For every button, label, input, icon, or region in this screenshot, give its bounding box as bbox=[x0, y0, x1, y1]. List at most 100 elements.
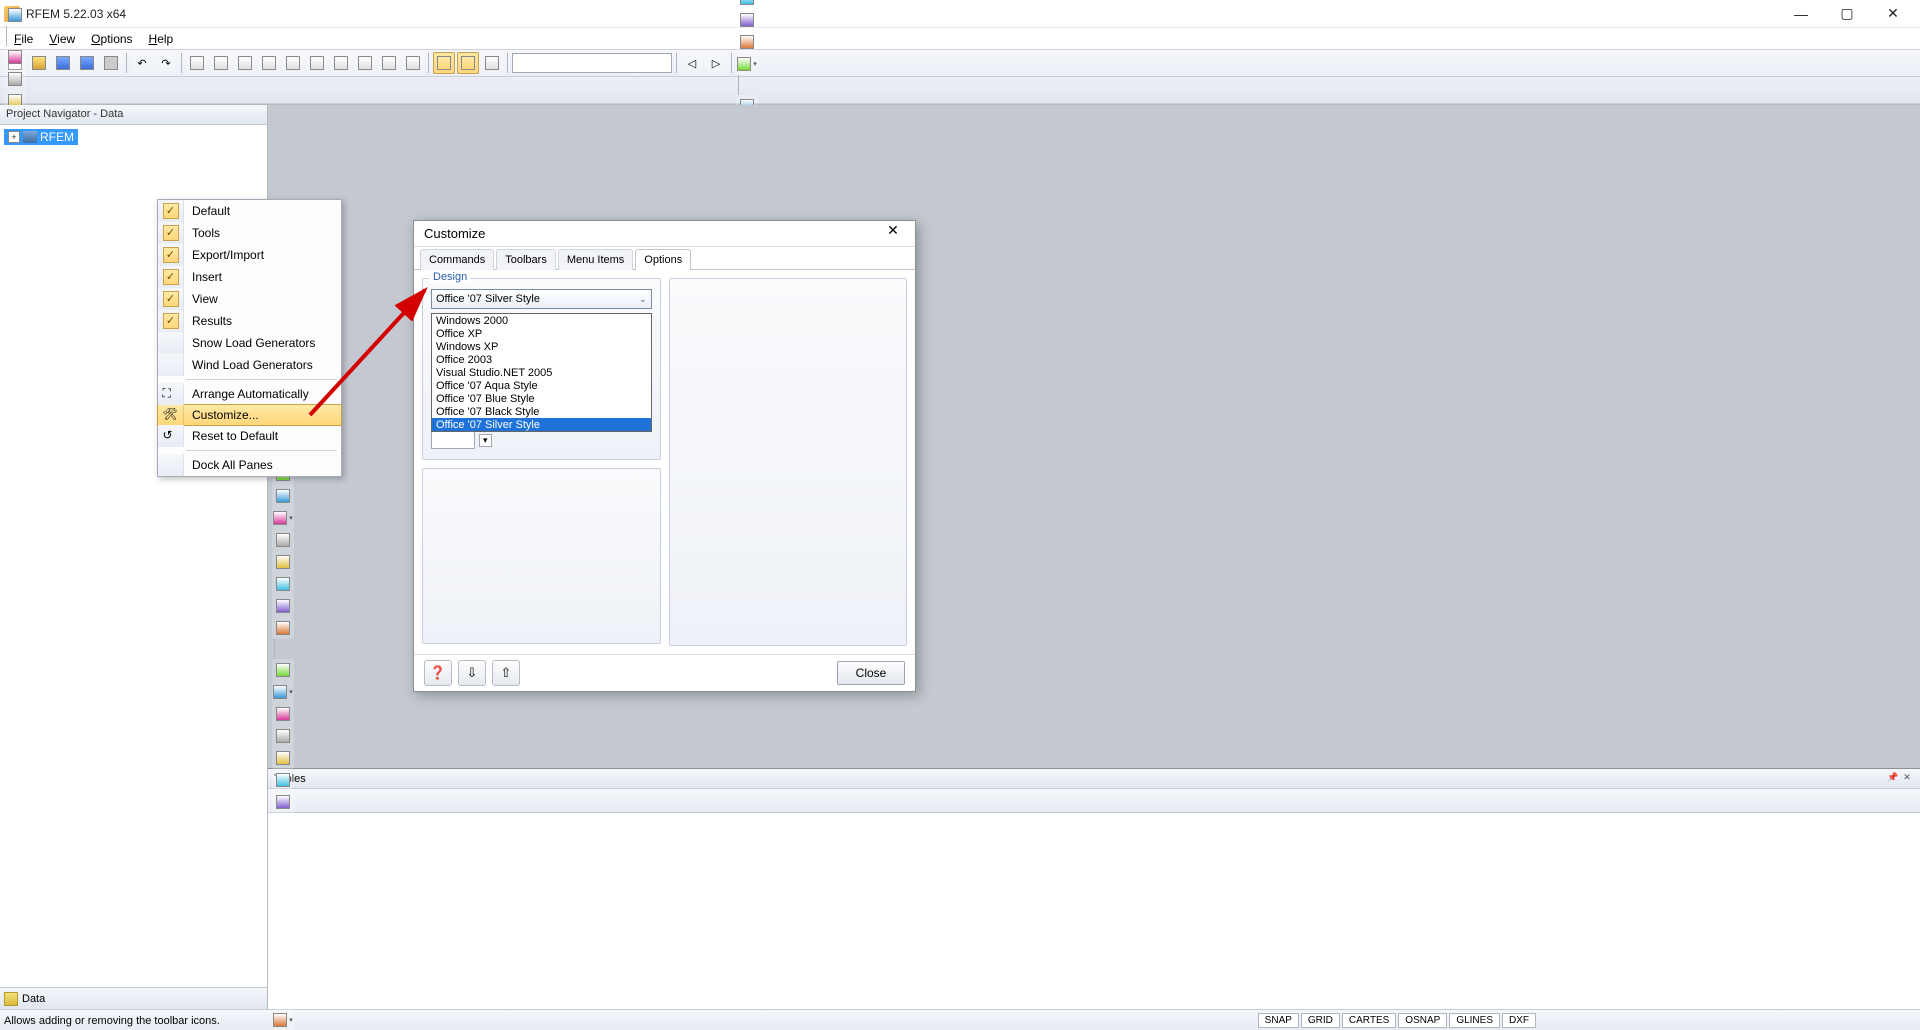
style-option[interactable]: Office 2003 bbox=[432, 353, 651, 366]
tool-g-icon[interactable] bbox=[330, 52, 352, 74]
tool-d-icon[interactable] bbox=[258, 52, 280, 74]
ctx-wind[interactable]: Wind Load Generators bbox=[158, 354, 341, 376]
navigator-tabs: Data bbox=[0, 987, 267, 1009]
tab-commands[interactable]: Commands bbox=[420, 249, 494, 270]
group-empty-right bbox=[669, 278, 908, 646]
style-option[interactable]: Office '07 Silver Style bbox=[432, 418, 651, 431]
tables-close-icon[interactable]: ✕ bbox=[1900, 772, 1914, 786]
tab-options[interactable]: Options bbox=[635, 249, 691, 270]
toolbar-button[interactable] bbox=[4, 4, 26, 26]
nav-next-icon[interactable]: ▷ bbox=[705, 52, 727, 74]
menu-view[interactable]: View bbox=[41, 30, 83, 48]
ctx-snow[interactable]: Snow Load Generators bbox=[158, 332, 341, 354]
toolbar-button[interactable] bbox=[272, 769, 294, 791]
nav-prev-icon[interactable]: ◁ bbox=[681, 52, 703, 74]
tool-i-icon[interactable] bbox=[378, 52, 400, 74]
ctx-reset[interactable]: ↺Reset to Default bbox=[158, 425, 341, 447]
ctx-tools[interactable]: ✓Tools bbox=[158, 222, 341, 244]
ctx-insert[interactable]: ✓Insert bbox=[158, 266, 341, 288]
dialog-close-icon[interactable]: ✕ bbox=[881, 222, 905, 246]
ctx-dock[interactable]: Dock All Panes bbox=[158, 454, 341, 476]
style-combo-value: Office '07 Silver Style bbox=[436, 293, 540, 305]
menu-help[interactable]: Help bbox=[141, 30, 182, 48]
dialog-body: Design Office '07 Silver Style ⌄ Windows… bbox=[414, 270, 915, 654]
titlebar: RFEM 5.22.03 x64 — ▢ ✕ bbox=[0, 0, 1920, 28]
style-option[interactable]: Windows XP bbox=[432, 340, 651, 353]
save-icon[interactable] bbox=[52, 52, 74, 74]
arrange-icon: ⛶ bbox=[163, 386, 179, 402]
tab-menu-items[interactable]: Menu Items bbox=[558, 249, 633, 270]
status-glines[interactable]: GLINES bbox=[1449, 1013, 1500, 1028]
panel-navigator-icon[interactable] bbox=[433, 52, 455, 74]
group-design-title: Design bbox=[429, 271, 471, 283]
window-title: RFEM 5.22.03 x64 bbox=[26, 7, 1778, 21]
tool-c-icon[interactable] bbox=[234, 52, 256, 74]
close-button[interactable]: ✕ bbox=[1870, 0, 1916, 28]
toolbar-button[interactable] bbox=[272, 791, 294, 813]
status-dxf[interactable]: DXF bbox=[1502, 1013, 1536, 1028]
ctx-results[interactable]: ✓Results bbox=[158, 310, 341, 332]
spinner-icon[interactable]: ▾ bbox=[479, 434, 492, 447]
style-option[interactable]: Office '07 Aqua Style bbox=[432, 379, 651, 392]
navigator-title: Project Navigator - Data bbox=[0, 105, 267, 125]
print-icon[interactable] bbox=[100, 52, 122, 74]
export-button[interactable]: ⇧ bbox=[492, 660, 520, 686]
maximize-button[interactable]: ▢ bbox=[1824, 0, 1870, 28]
ctx-view[interactable]: ✓View bbox=[158, 288, 341, 310]
group-design: Design Office '07 Silver Style ⌄ Windows… bbox=[422, 278, 661, 460]
menu-options[interactable]: Options bbox=[83, 30, 140, 48]
style-option[interactable]: Office '07 Blue Style bbox=[432, 392, 651, 405]
toolbar-button[interactable] bbox=[736, 0, 758, 9]
style-option[interactable]: Office XP bbox=[432, 327, 651, 340]
import-button[interactable]: ⇩ bbox=[458, 660, 486, 686]
toolbar-button[interactable] bbox=[4, 46, 26, 68]
tool-a-icon[interactable] bbox=[186, 52, 208, 74]
reset-icon: ↺ bbox=[163, 428, 179, 444]
tool-b-icon[interactable] bbox=[210, 52, 232, 74]
toolbar-button[interactable] bbox=[4, 68, 26, 90]
close-button-dialog[interactable]: Close bbox=[837, 661, 905, 685]
style-option[interactable]: Office '07 Black Style bbox=[432, 405, 651, 418]
style-option[interactable]: Windows 2000 bbox=[432, 314, 651, 327]
ctx-customize[interactable]: 🛠Customize... bbox=[157, 404, 342, 426]
open-icon[interactable] bbox=[28, 52, 50, 74]
toolbar-button[interactable] bbox=[736, 9, 758, 31]
ctx-arrange[interactable]: ⛶Arrange Automatically bbox=[158, 383, 341, 405]
style-dropdown[interactable]: Windows 2000Office XPWindows XPOffice 20… bbox=[431, 313, 652, 432]
tree-root[interactable]: + RFEM bbox=[4, 129, 78, 145]
minimize-button[interactable]: — bbox=[1778, 0, 1824, 28]
data-tab-label[interactable]: Data bbox=[22, 993, 45, 1005]
tab-toolbars[interactable]: Toolbars bbox=[496, 249, 556, 270]
data-tab-icon[interactable] bbox=[4, 992, 18, 1006]
dialog-title: Customize bbox=[424, 226, 485, 241]
expand-icon[interactable]: + bbox=[8, 131, 20, 143]
group-empty-left bbox=[422, 468, 661, 644]
tables-pin-icon[interactable]: 📌 bbox=[1886, 772, 1900, 786]
status-grid[interactable]: GRID bbox=[1301, 1013, 1340, 1028]
toolbar-button[interactable] bbox=[736, 31, 758, 53]
redo-icon[interactable]: ↷ bbox=[155, 52, 177, 74]
tool-misc-icon[interactable] bbox=[481, 52, 503, 74]
toolbar-button[interactable] bbox=[736, 53, 758, 75]
status-cartes[interactable]: CARTES bbox=[1342, 1013, 1396, 1028]
tool-e-icon[interactable] bbox=[282, 52, 304, 74]
ctx-export[interactable]: ✓Export/Import bbox=[158, 244, 341, 266]
tool-f-icon[interactable] bbox=[306, 52, 328, 74]
status-snap[interactable]: SNAP bbox=[1258, 1013, 1299, 1028]
load-combo[interactable] bbox=[512, 53, 672, 73]
save-all-icon[interactable] bbox=[76, 52, 98, 74]
style-option[interactable]: Visual Studio.NET 2005 bbox=[432, 366, 651, 379]
status-osnap[interactable]: OSNAP bbox=[1398, 1013, 1447, 1028]
tool-j-icon[interactable] bbox=[402, 52, 424, 74]
tables-body[interactable] bbox=[268, 813, 1920, 1009]
style-combo[interactable]: Office '07 Silver Style ⌄ bbox=[431, 289, 652, 309]
panel-tables-icon[interactable] bbox=[457, 52, 479, 74]
undo-icon[interactable]: ↶ bbox=[131, 52, 153, 74]
ctx-default[interactable]: ✓Default bbox=[158, 200, 341, 222]
dialog-titlebar[interactable]: Customize ✕ bbox=[414, 221, 915, 247]
numeric-field[interactable] bbox=[431, 431, 475, 449]
help-button[interactable]: ❓ bbox=[424, 660, 452, 686]
toolbar-button[interactable] bbox=[272, 1009, 294, 1030]
main-area: Project Navigator - Data + RFEM Data Tab… bbox=[0, 105, 1920, 1009]
tool-h-icon[interactable] bbox=[354, 52, 376, 74]
